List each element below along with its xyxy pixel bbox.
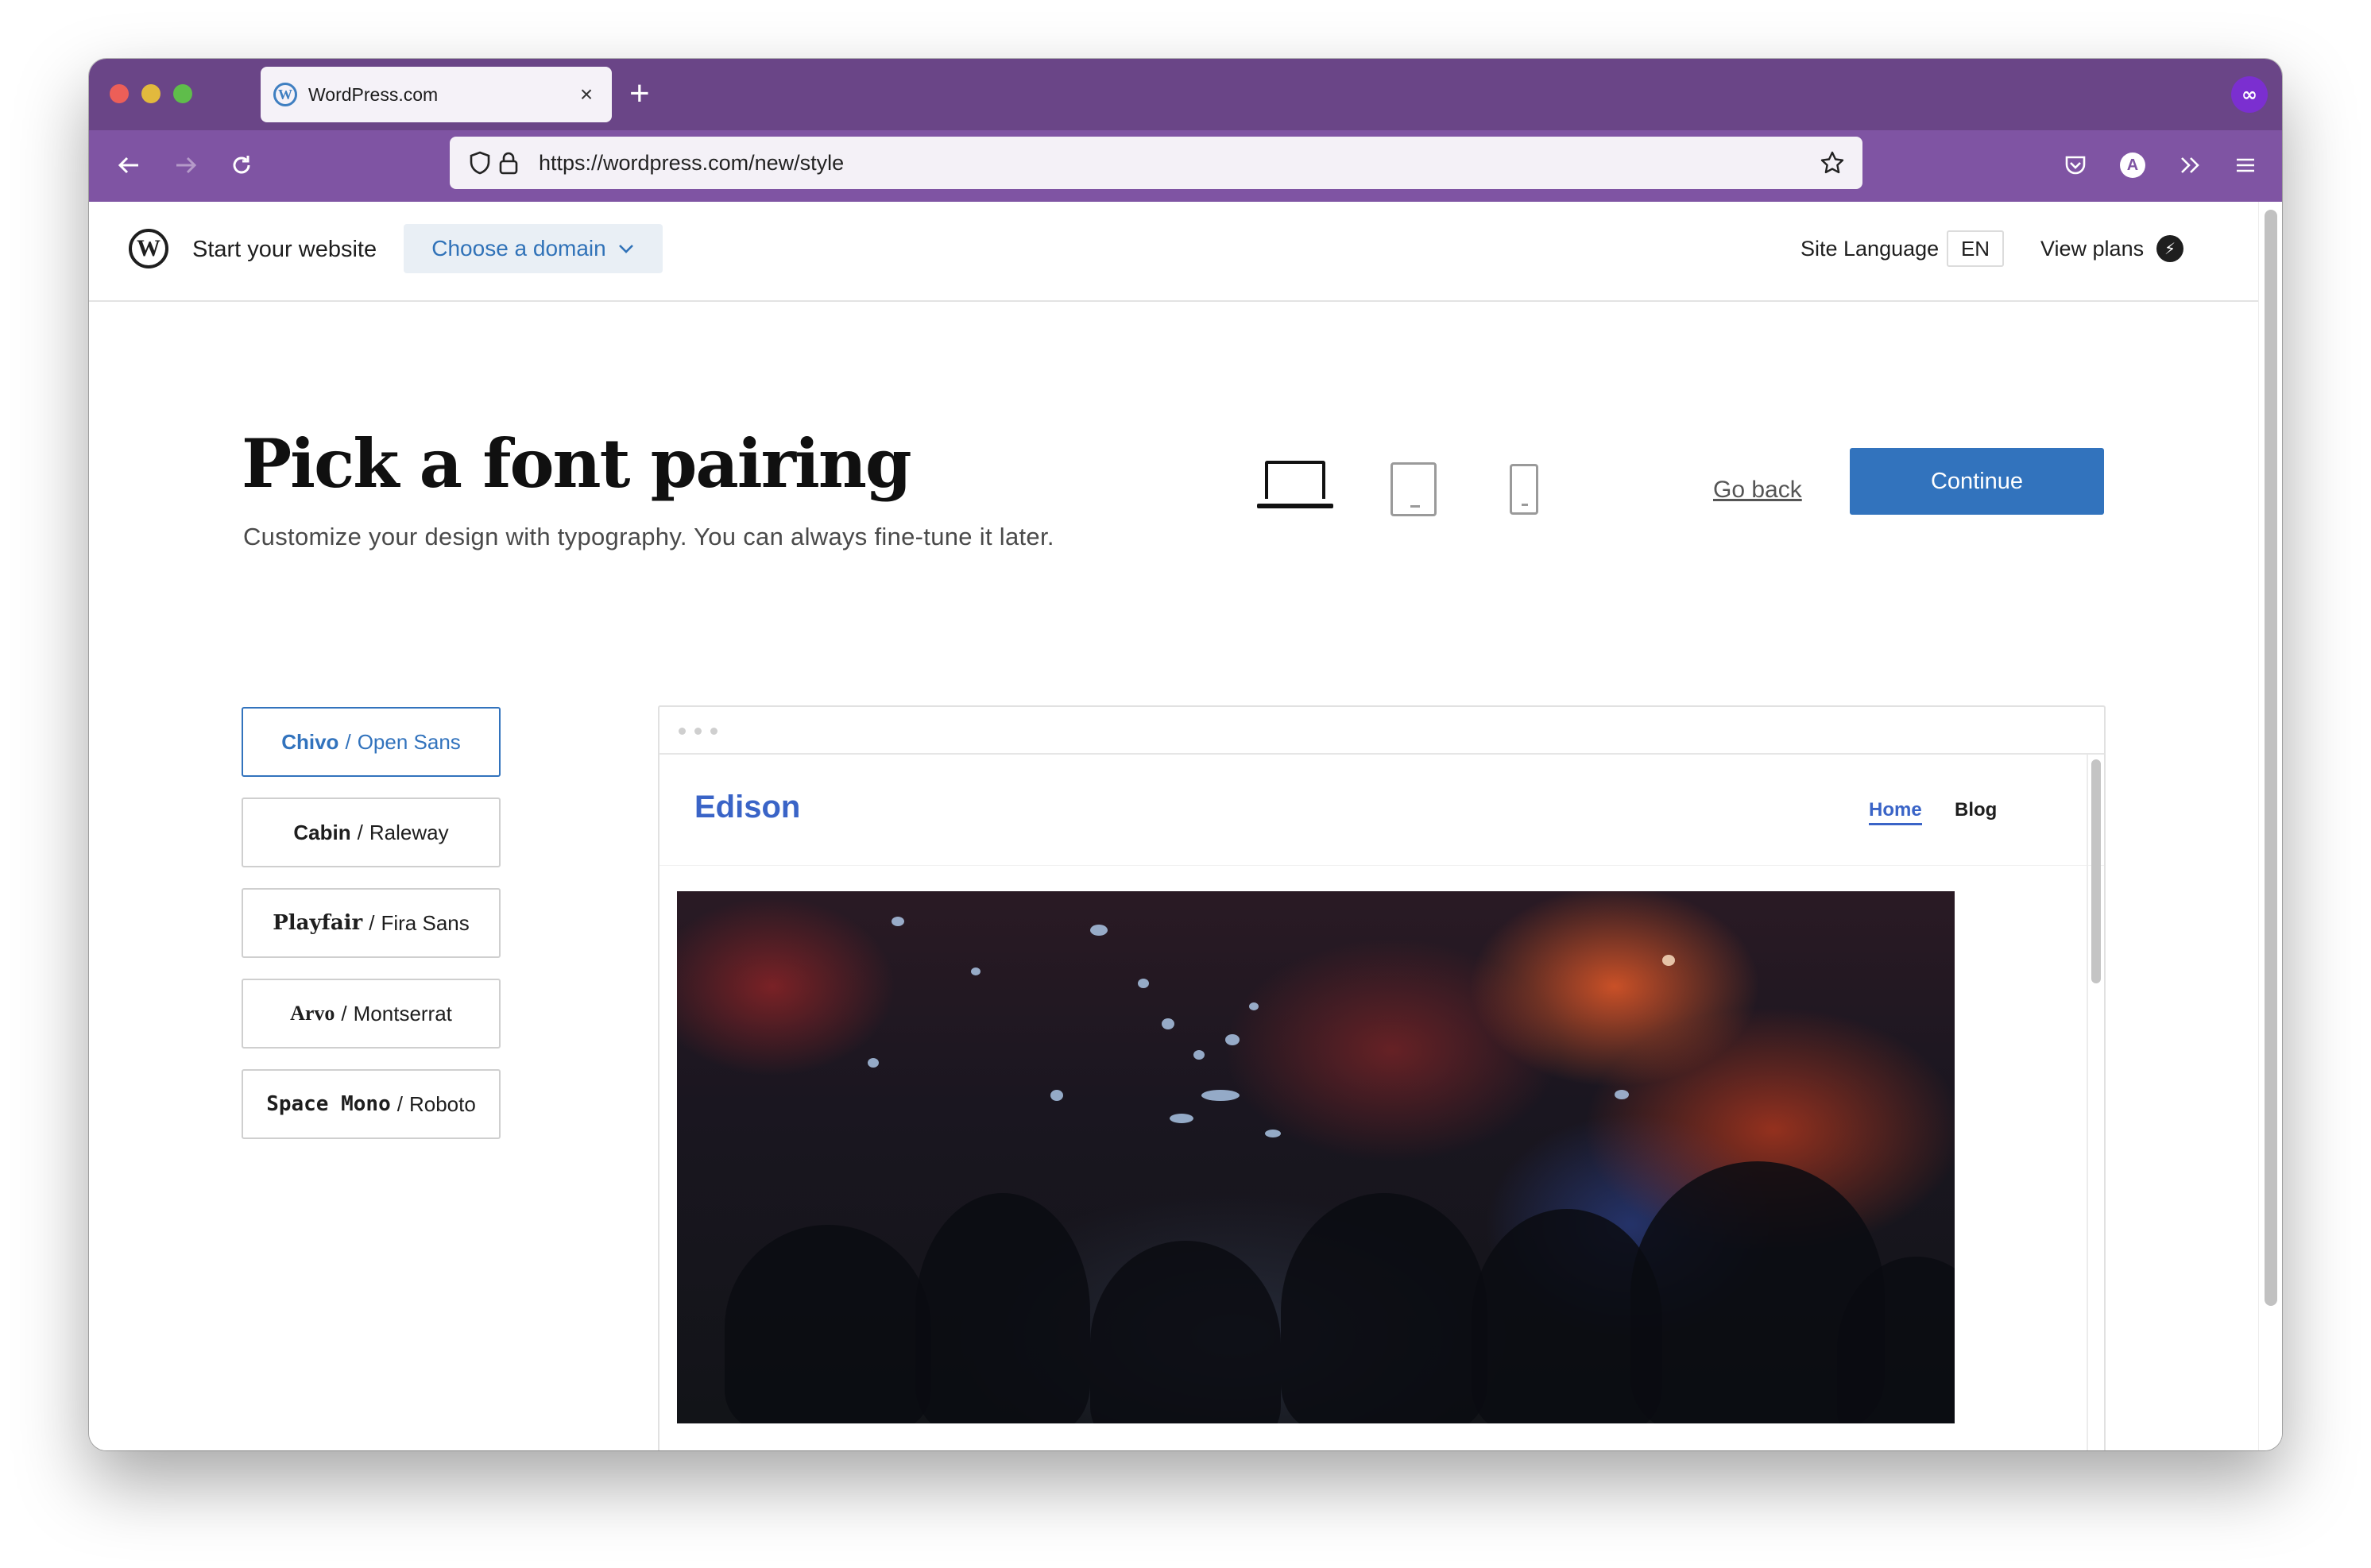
site-preview-frame: Edison Home Blog [658, 705, 2106, 1450]
wordpress-favicon-icon: W [273, 83, 297, 106]
lightning-bolt-icon[interactable]: ⚡ [2156, 235, 2183, 262]
preview-site-title: Edison [694, 790, 801, 825]
page-scrollbar-thumb[interactable] [2265, 210, 2277, 1306]
back-arrow-icon[interactable] [110, 146, 148, 184]
font-body-name: Raleway [369, 820, 449, 844]
browser-tab[interactable]: W WordPress.com × [261, 67, 612, 122]
font-heading-name: Cabin [293, 820, 351, 844]
minimize-window-button[interactable] [141, 84, 161, 103]
font-option-cabin-raleway[interactable]: Cabin / Raleway [242, 798, 501, 867]
font-heading-name: Playfair [273, 911, 363, 935]
desktop-preview-icon[interactable] [1257, 461, 1333, 508]
tablet-preview-icon[interactable] [1390, 462, 1437, 516]
page-subtitle: Customize your design with typography. Y… [243, 523, 1054, 550]
bookmark-star-icon[interactable] [1818, 149, 1847, 177]
font-body-name: Montserrat [353, 1001, 452, 1025]
phone-preview-icon[interactable] [1510, 464, 1538, 515]
font-heading-name: Arvo [290, 1002, 335, 1025]
maximize-window-button[interactable] [173, 84, 192, 103]
preview-dot [710, 728, 717, 735]
font-heading-name: Chivo [281, 729, 339, 754]
chevron-down-icon [618, 245, 633, 253]
view-plans-link[interactable]: View plans [2040, 237, 2144, 261]
preview-hero-image [677, 891, 1955, 1423]
preview-nav-home: Home [1869, 799, 1922, 825]
address-bar[interactable]: https://wordpress.com/new/style [450, 137, 1862, 189]
pocket-icon[interactable] [2056, 146, 2094, 184]
preview-dot [694, 728, 702, 735]
account-avatar-icon[interactable]: A [2114, 146, 2152, 184]
choose-domain-button[interactable]: Choose a domain [404, 224, 663, 273]
start-website-label: Start your website [192, 237, 377, 262]
font-option-arvo-montserrat[interactable]: Arvo / Montserrat [242, 979, 501, 1049]
browser-navbar: https://wordpress.com/new/style A [89, 130, 2282, 202]
close-tab-icon[interactable]: × [574, 82, 599, 107]
wordpress-header: W Start your website Choose a domain Sit… [89, 202, 2258, 302]
font-heading-name: Space Mono [266, 1092, 391, 1116]
url-text[interactable]: https://wordpress.com/new/style [539, 151, 1818, 176]
font-separator: / [341, 1001, 347, 1025]
lock-icon[interactable] [494, 149, 523, 177]
browser-tabbar: W WordPress.com × + ∞ [89, 59, 2282, 130]
site-language-label: Site Language [1800, 237, 1940, 261]
font-separator: / [369, 910, 375, 935]
preview-scrollbar-track [2087, 755, 2088, 1450]
font-body-name: Fira Sans [381, 910, 470, 935]
site-language-button[interactable]: EN [1947, 230, 2004, 267]
font-separator: / [345, 729, 351, 754]
tab-title: WordPress.com [308, 83, 439, 105]
go-back-link[interactable]: Go back [1713, 477, 1802, 504]
preview-site-header: Edison Home Blog [659, 755, 2104, 866]
font-option-playfair-fira-sans[interactable]: Playfair / Fira Sans [242, 888, 501, 958]
hamburger-menu-icon[interactable] [2226, 146, 2265, 184]
page-title: Pick a font pairing [242, 424, 912, 503]
font-separator: / [357, 820, 363, 844]
new-tab-button[interactable]: + [629, 70, 650, 118]
close-window-button[interactable] [110, 84, 129, 103]
forward-arrow-icon[interactable] [167, 146, 205, 184]
browser-window: W WordPress.com × + ∞ https://wordpress.… [89, 59, 2282, 1450]
preview-dot [679, 728, 686, 735]
font-body-name: Open Sans [357, 729, 461, 754]
font-separator: / [396, 1091, 403, 1116]
font-option-chivo-open-sans[interactable]: Chivo / Open Sans [242, 707, 501, 777]
preview-nav-blog: Blog [1955, 799, 1998, 821]
page-content: W Start your website Choose a domain Sit… [89, 202, 2282, 1450]
tracking-shield-icon[interactable] [466, 149, 494, 177]
page-scrollbar[interactable] [2258, 202, 2282, 1450]
wordpress-logo-icon[interactable]: W [129, 229, 168, 268]
reload-icon[interactable] [222, 146, 261, 184]
font-option-space-mono-roboto[interactable]: Space Mono / Roboto [242, 1069, 501, 1139]
continue-button[interactable]: Continue [1850, 448, 2104, 515]
choose-domain-label: Choose a domain [431, 236, 606, 261]
font-body-name: Roboto [408, 1091, 476, 1116]
private-browsing-mask-icon[interactable]: ∞ [2231, 76, 2268, 113]
preview-toolbar [659, 707, 2104, 755]
preview-scrollbar-thumb [2091, 759, 2101, 983]
overflow-chevrons-icon[interactable] [2171, 146, 2209, 184]
